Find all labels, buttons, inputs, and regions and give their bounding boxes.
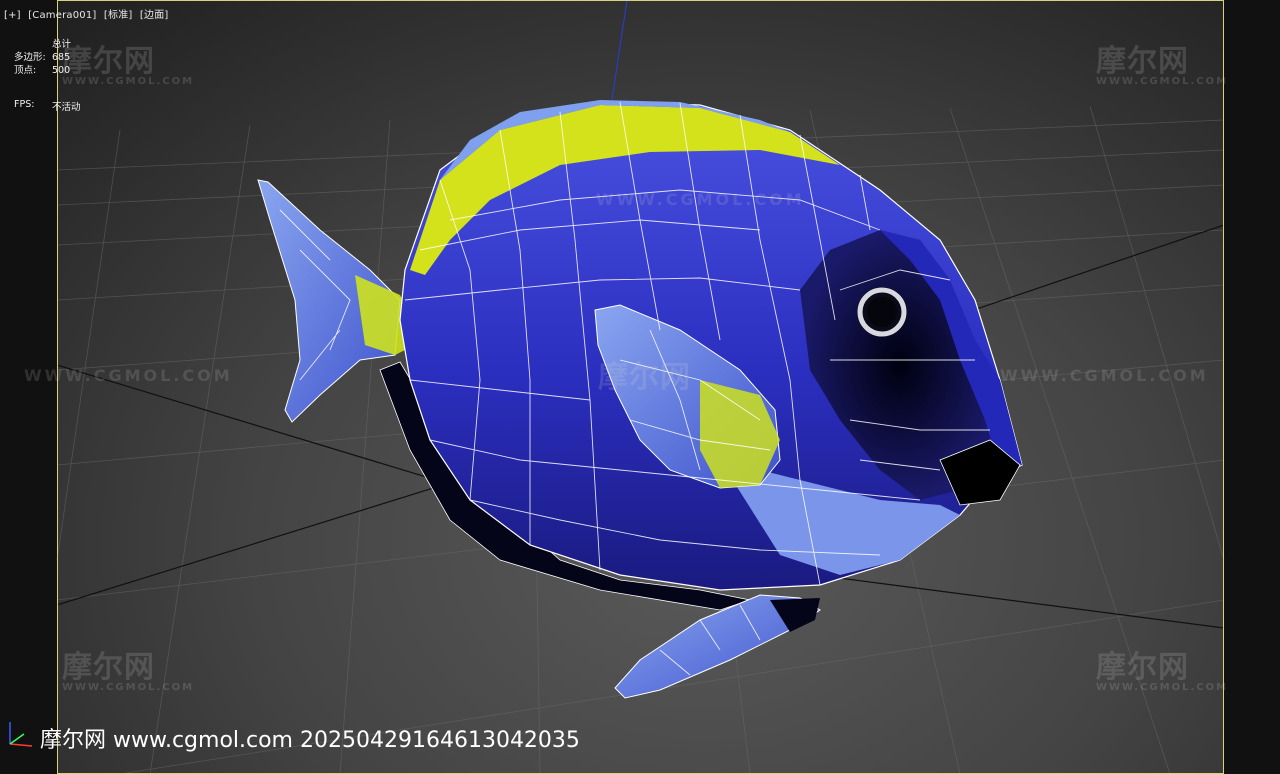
viewport-plus-menu[interactable]: [+] <box>4 10 21 21</box>
3d-viewport[interactable]: 摩尔网 WWW.CGMOL.COM 摩尔网 WWW.CGMOL.COM 摩尔网 WWW… <box>0 0 1280 774</box>
fps-value: 不活动 <box>52 102 81 113</box>
watermark-logo-bottom-right: 摩尔网 WWW.CGMOL.COM <box>1096 650 1229 693</box>
viewport-label-menu[interactable]: [+] [Camera001] [标准] [边面] <box>4 6 173 21</box>
viewport-shading-menu[interactable]: [标准] <box>104 10 133 21</box>
watermark-logo-bottom-left: 摩尔网 WWW.CGMOL.COM <box>62 650 195 693</box>
watermark-logo-center: 摩尔网 <box>598 360 691 395</box>
watermark-logo-top-right: 摩尔网 WWW.CGMOL.COM <box>1096 44 1229 87</box>
vertices-label: 顶点: <box>14 65 37 76</box>
stats-vertices-row: 顶点: 500 <box>14 64 71 77</box>
right-panel <box>1224 0 1280 774</box>
polygons-value: 685 <box>52 52 71 63</box>
watermark-url-right: WWW.CGMOL.COM <box>1000 366 1209 385</box>
watermark-url-center: WWW.CGMOL.COM <box>596 190 805 209</box>
stats-polygons-row: 多边形: 685 <box>14 51 71 64</box>
polygons-label: 多边形: <box>14 52 46 63</box>
watermark-footer: 摩尔网 www.cgmol.com 20250429164613042035 <box>40 728 580 753</box>
axis-gizmo-icon <box>9 722 33 747</box>
z-axis-line <box>611 0 628 101</box>
fps-readout: FPS: 不活动 <box>14 99 81 113</box>
viewport-display-menu[interactable]: [边面] <box>140 10 169 21</box>
vertices-value: 500 <box>52 65 71 76</box>
scene-statistics: 总计 多边形: 685 顶点: 500 <box>14 38 71 77</box>
stats-header: 总计 <box>52 39 72 50</box>
watermark-url-left: WWW.CGMOL.COM <box>24 366 233 385</box>
left-panel <box>0 0 57 774</box>
fps-label: FPS: <box>14 99 35 110</box>
viewport-camera-menu[interactable]: [Camera001] <box>28 10 96 21</box>
watermark-logo-top-left: 摩尔网 WWW.CGMOL.COM <box>62 44 195 87</box>
eye-pupil <box>867 297 897 327</box>
